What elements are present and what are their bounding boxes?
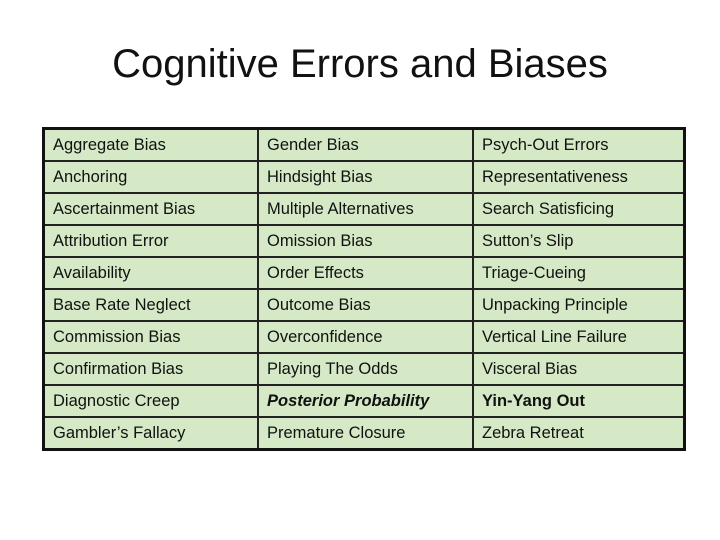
table-row: Diagnostic Creep Posterior Probability Y…	[42, 384, 686, 418]
table-cell: Hindsight Bias	[257, 160, 474, 194]
table-cell: Unpacking Principle	[472, 288, 686, 322]
table-cell: Gambler’s Fallacy	[42, 416, 259, 451]
table-cell: Commission Bias	[42, 320, 259, 354]
table-cell: Gender Bias	[257, 127, 474, 162]
table-row: Availability Order Effects Triage-Cueing	[42, 256, 686, 290]
table-cell: Sutton’s Slip	[472, 224, 686, 258]
table-cell: Aggregate Bias	[42, 127, 259, 162]
table-row: Confirmation Bias Playing The Odds Visce…	[42, 352, 686, 386]
table-cell: Visceral Bias	[472, 352, 686, 386]
table-row: Attribution Error Omission Bias Sutton’s…	[42, 224, 686, 258]
table-cell: Confirmation Bias	[42, 352, 259, 386]
table-cell: Vertical Line Failure	[472, 320, 686, 354]
table-row: Commission Bias Overconfidence Vertical …	[42, 320, 686, 354]
table-cell: Overconfidence	[257, 320, 474, 354]
table-cell-emphasized: Posterior Probability	[257, 384, 474, 418]
table-row: Aggregate Bias Gender Bias Psych-Out Err…	[42, 127, 686, 162]
table-cell: Playing The Odds	[257, 352, 474, 386]
table-cell: Zebra Retreat	[472, 416, 686, 451]
table-cell: Base Rate Neglect	[42, 288, 259, 322]
table-cell: Availability	[42, 256, 259, 290]
table-row: Anchoring Hindsight Bias Representativen…	[42, 160, 686, 194]
table-cell: Representativeness	[472, 160, 686, 194]
table-cell: Triage-Cueing	[472, 256, 686, 290]
table-cell: Psych-Out Errors	[472, 127, 686, 162]
table-cell: Order Effects	[257, 256, 474, 290]
table-cell-emphasized: Yin-Yang Out	[472, 384, 686, 418]
table-cell: Premature Closure	[257, 416, 474, 451]
table-cell: Diagnostic Creep	[42, 384, 259, 418]
table-row: Gambler’s Fallacy Premature Closure Zebr…	[42, 416, 686, 451]
table-cell: Omission Bias	[257, 224, 474, 258]
table-row: Ascertainment Bias Multiple Alternatives…	[42, 192, 686, 226]
table-cell: Attribution Error	[42, 224, 259, 258]
table-cell: Anchoring	[42, 160, 259, 194]
table-cell: Search Satisficing	[472, 192, 686, 226]
slide-title: Cognitive Errors and Biases	[112, 42, 608, 86]
table-cell: Ascertainment Bias	[42, 192, 259, 226]
table-cell: Outcome Bias	[257, 288, 474, 322]
table-cell: Multiple Alternatives	[257, 192, 474, 226]
biases-table: Aggregate Bias Gender Bias Psych-Out Err…	[42, 127, 686, 451]
table-row: Base Rate Neglect Outcome Bias Unpacking…	[42, 288, 686, 322]
